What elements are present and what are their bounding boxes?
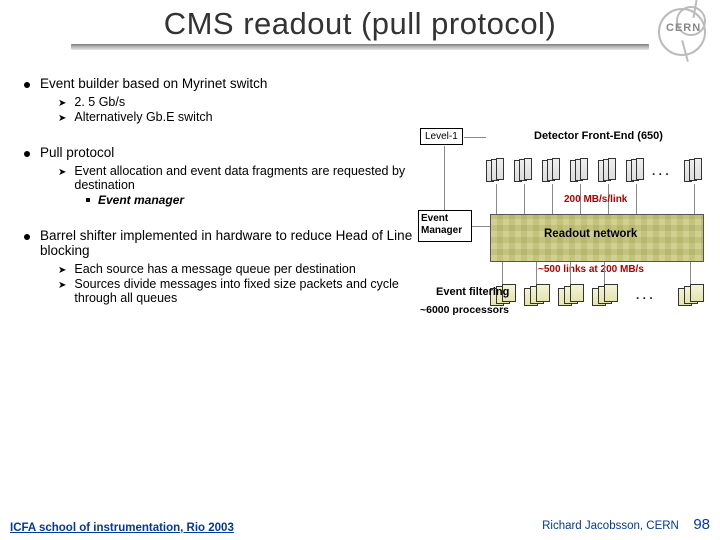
frontend-row: . . . xyxy=(486,158,710,188)
arrow-icon: ➤ xyxy=(58,113,66,124)
arrow-icon: ➤ xyxy=(58,98,66,109)
connector-line xyxy=(694,184,695,214)
connector-line xyxy=(552,184,553,214)
slide-title: CMS readout (pull protocol) xyxy=(12,6,708,42)
arrow-icon: ➤ xyxy=(58,280,66,305)
processors-label: ~6000 processors xyxy=(420,304,509,316)
footer-right: Richard Jacobsson, CERN xyxy=(542,520,679,532)
footer-left: ICFA school of instrumentation, Rio 2003 xyxy=(10,522,234,534)
cern-logo-icon: CERN xyxy=(654,4,712,62)
connector-line xyxy=(636,184,637,214)
cpu-row: . . . xyxy=(486,284,710,312)
connector-line xyxy=(472,226,490,227)
bullet-2-sub-1: ➤ Event allocation and event data fragme… xyxy=(58,164,415,192)
bullet-icon xyxy=(24,82,30,88)
bullet-3: Barrel shifter implemented in hardware t… xyxy=(16,228,415,258)
connector-line xyxy=(496,184,497,214)
bullet-2-sub-1-text: Event allocation and event data fragment… xyxy=(74,164,415,192)
bullet-1-text: Event builder based on Myrinet switch xyxy=(40,76,267,91)
bullet-1-sub-2: ➤ Alternatively Gb.E switch xyxy=(58,110,415,124)
connector-line xyxy=(524,184,525,214)
cern-logo-text: CERN xyxy=(666,22,701,34)
title-underline xyxy=(71,44,649,50)
slide-number: 98 xyxy=(693,516,710,533)
bullet-2-sub-1-a-text: Event manager xyxy=(98,193,184,207)
detector-frontend-label: Detector Front-End (650) xyxy=(534,130,663,142)
event-manager-box: Event Manager xyxy=(418,210,472,242)
bullet-2-sub-1-a: Event manager xyxy=(86,193,415,207)
bullet-1-sub-1-text: 2. 5 Gb/s xyxy=(74,95,125,109)
slide-footer: ICFA school of instrumentation, Rio 2003… xyxy=(0,516,720,534)
event-filtering-label: Event filtering xyxy=(436,286,509,298)
links-rate-label: ~500 links at 200 MB/s xyxy=(538,264,644,275)
bullet-1-sub-2-text: Alternatively Gb.E switch xyxy=(74,110,212,124)
bullet-3-text: Barrel shifter implemented in hardware t… xyxy=(40,228,415,258)
architecture-diagram: Level-1 Detector Front-End (650) . . . 2… xyxy=(418,128,714,388)
readout-network-label: Readout network xyxy=(544,228,637,240)
connector-line xyxy=(604,262,605,284)
bullet-3-sub-2: ➤ Sources divide messages into fixed siz… xyxy=(58,277,415,305)
connector-line xyxy=(502,262,503,284)
bullet-1-sub-1: ➤ 2. 5 Gb/s xyxy=(58,95,415,109)
connector-line xyxy=(464,137,486,138)
bullet-3-sub-1: ➤ Each source has a message queue per de… xyxy=(58,262,415,276)
bullet-2-text: Pull protocol xyxy=(40,145,114,160)
title-bar: CMS readout (pull protocol) CERN xyxy=(0,0,720,60)
ellipsis: . . . xyxy=(652,164,669,178)
bullet-icon xyxy=(24,234,30,240)
connector-line xyxy=(444,146,445,210)
arrow-icon: ➤ xyxy=(58,265,66,276)
ellipsis: . . . xyxy=(636,288,653,302)
link-rate-label: 200 MB/s/link xyxy=(564,194,627,205)
bullet-1: Event builder based on Myrinet switch xyxy=(16,76,415,91)
bullet-3-sub-1-text: Each source has a message queue per dest… xyxy=(74,262,355,276)
bullet-content: Event builder based on Myrinet switch ➤ … xyxy=(0,70,415,306)
bullet-2: Pull protocol xyxy=(16,145,415,160)
connector-line xyxy=(536,262,537,284)
square-bullet-icon xyxy=(86,198,90,202)
bullet-3-sub-2-text: Sources divide messages into fixed size … xyxy=(74,277,415,305)
level1-box: Level-1 xyxy=(420,128,463,145)
bullet-icon xyxy=(24,151,30,157)
connector-line xyxy=(570,262,571,284)
arrow-icon: ➤ xyxy=(58,167,66,192)
connector-line xyxy=(690,262,691,284)
